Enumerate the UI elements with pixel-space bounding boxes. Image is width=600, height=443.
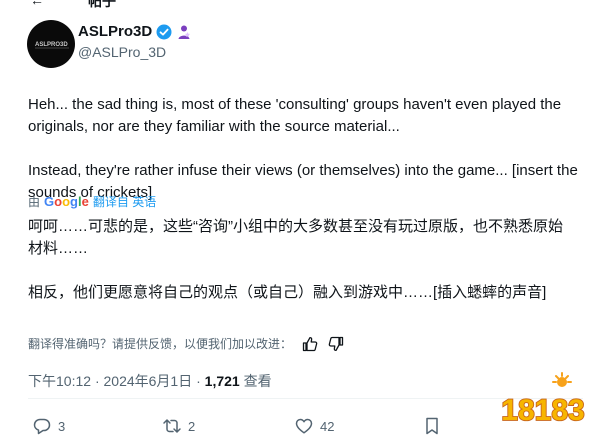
- translation-attribution: 由 Google 翻译自 英语: [28, 193, 156, 210]
- tweet-body-original: Heh... the sad thing is, most of these '…: [28, 94, 583, 204]
- thumbs-down-icon[interactable]: [328, 336, 344, 352]
- like-button[interactable]: 42: [294, 416, 334, 436]
- tweet-paragraph: Heh... the sad thing is, most of these '…: [28, 96, 562, 135]
- verified-badge-icon: [156, 24, 172, 39]
- tweet-time[interactable]: 下午10:12: [28, 373, 91, 389]
- retweet-button[interactable]: 2: [162, 416, 195, 436]
- translated-by-label: 由: [28, 195, 41, 209]
- views-count[interactable]: 1,721: [205, 373, 240, 389]
- like-heart-icon: [295, 418, 313, 434]
- reply-count: 3: [58, 418, 66, 434]
- top-bar-fragment: ← 帖子: [0, 0, 600, 9]
- tweet-body-translated: 呵呵……可悲的是，这些“咨询”小组中的大多数甚至没有玩过原版，也不熟悉原始材料……: [28, 216, 568, 304]
- aslpro3d-logo: ASLPRO3D: [35, 42, 69, 49]
- affiliate-badge-icon[interactable]: [176, 24, 192, 40]
- feedback-prompt: 翻译得准确吗？请提供反馈，以便我们加以改进：: [28, 337, 293, 351]
- avatar[interactable]: ASLPRO3D: [27, 20, 75, 68]
- translated-from-link[interactable]: 翻译自 英语: [93, 193, 156, 210]
- retweet-icon: [163, 419, 181, 433]
- watermark-logo: 18183: [500, 372, 586, 428]
- author-handle[interactable]: @ASLPro_3D: [78, 44, 166, 60]
- bookmark-button[interactable]: [422, 416, 442, 436]
- author-name[interactable]: ASLPro3D: [78, 23, 152, 40]
- thumbs-up-icon[interactable]: [302, 336, 318, 352]
- views-label: 查看: [243, 373, 272, 389]
- tweet-date[interactable]: 2024年6月1日: [104, 373, 193, 389]
- translated-paragraph: 呵呵……可悲的是，这些“咨询”小组中的大多数甚至没有玩过原版，也不熟悉原始材料……: [28, 218, 563, 257]
- retweet-count: 2: [188, 418, 196, 434]
- google-logo: Google: [44, 194, 89, 209]
- page-title: 帖子: [88, 0, 116, 9]
- svg-text:ASLPRO3D: ASLPRO3D: [35, 42, 68, 48]
- like-count: 42: [320, 418, 335, 434]
- watermark-text: 18183: [501, 394, 584, 427]
- reply-button[interactable]: 3: [32, 416, 65, 436]
- reply-icon: [33, 418, 51, 435]
- translated-paragraph: 相反，他们更愿意将自己的观点（或自己）融入到游戏中……[插入蟋蟀的声音]: [28, 284, 547, 301]
- tweet-metadata: 下午10:12 · 2024年6月1日 · 1,721 查看: [28, 373, 272, 389]
- translation-feedback: 翻译得准确吗？请提供反馈，以便我们加以改进：: [28, 335, 344, 352]
- bookmark-icon: [426, 417, 438, 435]
- back-arrow-icon[interactable]: ←: [30, 0, 44, 8]
